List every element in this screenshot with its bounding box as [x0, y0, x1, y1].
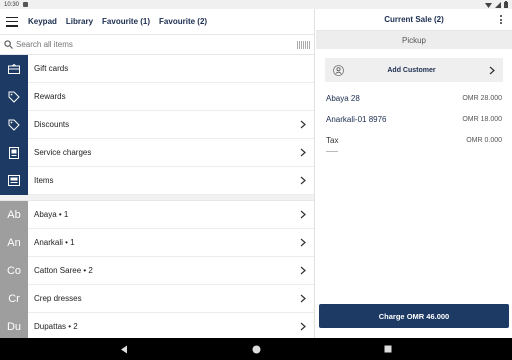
line-item-price: OMR 28.000 — [462, 95, 502, 102]
status-time: 10:30 — [4, 1, 20, 8]
barcode-icon[interactable] — [297, 40, 311, 49]
battery-icon — [504, 1, 508, 8]
sale-pane: Current Sale (2) Pickup Add Customer Aba… — [316, 9, 512, 338]
item-group-row[interactable]: Ab Abaya • 1 — [0, 200, 314, 229]
chevron-right-icon — [296, 208, 310, 222]
tax-line[interactable]: Tax OMR 0.000 — [316, 130, 512, 151]
category-label: Discounts — [34, 120, 70, 129]
item-group-row[interactable]: An Anarkali • 1 — [0, 228, 314, 257]
gift-card-icon — [0, 54, 28, 83]
add-customer-label: Add Customer — [387, 66, 436, 74]
item-group-label: Crep dresses — [34, 294, 82, 303]
status-bar: 10:30 — [0, 0, 512, 9]
pickup-button[interactable]: Pickup — [316, 31, 512, 49]
notification-icon — [23, 2, 29, 7]
category-gift-cards[interactable]: Gift cards — [0, 54, 314, 83]
category-service-charges[interactable]: Service charges — [0, 138, 314, 167]
category-rewards[interactable]: Rewards — [0, 82, 314, 111]
item-group-label: Dupattas • 2 — [34, 322, 78, 331]
item-group-label: Anarkali • 1 — [34, 238, 75, 247]
status-icons — [485, 1, 508, 8]
recents-icon[interactable] — [382, 343, 394, 355]
library-pane: Keypad Library Favourite (1) Favourite (… — [0, 9, 315, 338]
category-label: Gift cards — [34, 64, 69, 73]
system-nav-bar — [0, 338, 512, 360]
home-icon[interactable] — [250, 343, 262, 355]
tag-icon — [0, 82, 28, 111]
chevron-right-icon — [489, 66, 495, 74]
sale-line-item[interactable]: Abaya 28 OMR 28.000 — [316, 88, 512, 109]
chevron-right-icon — [296, 236, 310, 250]
item-group-row[interactable]: Du Dupattas • 2 — [0, 312, 314, 338]
top-bar: Keypad Library Favourite (1) Favourite (… — [0, 9, 314, 35]
tax-label: Tax — [326, 136, 339, 145]
back-icon[interactable] — [118, 343, 130, 355]
chevron-right-icon — [296, 264, 310, 278]
chevron-right-icon — [296, 292, 310, 306]
category-label: Service charges — [34, 148, 92, 157]
category-discounts[interactable]: Discounts — [0, 110, 314, 139]
chevron-right-icon — [296, 118, 310, 132]
search-input[interactable] — [16, 40, 297, 49]
charge-button[interactable]: Charge OMR 46.000 — [319, 304, 509, 328]
line-item-price: OMR 18.000 — [462, 116, 502, 123]
item-group-label: Abaya • 1 — [34, 210, 69, 219]
search-bar — [0, 35, 314, 55]
tab-favourite-2[interactable]: Favourite (2) — [159, 17, 207, 26]
item-group-avatar: Ab — [0, 200, 28, 229]
category-items[interactable]: Items — [0, 166, 314, 195]
search-icon — [4, 40, 13, 49]
items-icon — [0, 166, 28, 195]
category-label: Items — [34, 176, 54, 185]
person-icon — [333, 64, 344, 76]
chevron-right-icon — [296, 174, 310, 188]
add-customer-button[interactable]: Add Customer — [325, 58, 503, 82]
chevron-right-icon — [296, 146, 310, 160]
sale-line-item[interactable]: Anarkali-01 8976 OMR 18.000 — [316, 109, 512, 130]
item-group-avatar: An — [0, 228, 28, 257]
tax-amount: OMR 0.000 — [466, 137, 502, 144]
item-group-avatar: Cr — [0, 284, 28, 313]
item-group-row[interactable]: Cr Crep dresses — [0, 284, 314, 313]
item-group-label: Catton Saree • 2 — [34, 266, 93, 275]
item-group-row[interactable]: Co Catton Saree • 2 — [0, 256, 314, 285]
chevron-right-icon — [296, 320, 310, 334]
line-item-name: Abaya 28 — [326, 94, 360, 103]
tab-library[interactable]: Library — [66, 17, 93, 26]
sale-title: Current Sale (2) — [384, 15, 444, 24]
tab-favourite-1[interactable]: Favourite (1) — [102, 17, 150, 26]
tab-keypad[interactable]: Keypad — [28, 17, 57, 26]
line-item-name: Anarkali-01 8976 — [326, 115, 387, 124]
wifi-icon — [485, 2, 492, 8]
divider — [326, 151, 338, 152]
more-options-icon[interactable] — [500, 15, 502, 24]
item-group-avatar: Co — [0, 256, 28, 285]
signal-icon — [495, 1, 501, 8]
tag-icon — [0, 110, 28, 139]
receipt-icon — [0, 138, 28, 167]
sale-header: Current Sale (2) — [316, 9, 512, 31]
category-label: Rewards — [34, 92, 66, 101]
item-group-avatar: Du — [0, 312, 28, 338]
menu-icon[interactable] — [6, 16, 18, 27]
